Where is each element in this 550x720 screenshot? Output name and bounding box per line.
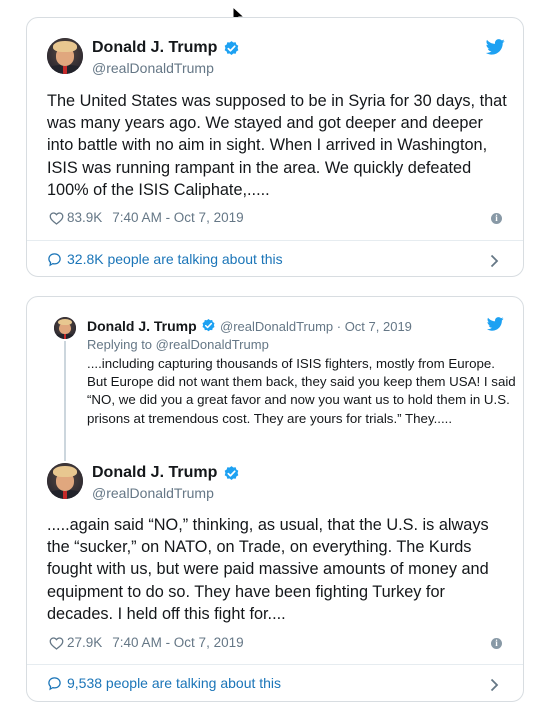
chevron-right-icon[interactable] (490, 254, 499, 268)
author-handle[interactable]: @realDonaldTrump (92, 60, 214, 76)
info-icon[interactable]: i (491, 213, 502, 224)
timestamp[interactable]: 7:40 AM - Oct 7, 2019 (112, 635, 243, 650)
parent-tweet-text: ....including capturing thousands of ISI… (87, 356, 516, 426)
chevron-right-icon[interactable] (490, 678, 499, 692)
comment-bubble-icon (48, 252, 61, 266)
tweet-text: The United States was supposed to be in … (47, 92, 507, 199)
reply-thread-line (64, 341, 66, 461)
author-handle[interactable]: @realDonaldTrump (92, 485, 214, 501)
conversation-link[interactable]: 9,538 people are talking about this (47, 675, 281, 691)
talking-label[interactable]: 32.8K people are talking about this (67, 251, 283, 267)
talking-label[interactable]: 9,538 people are talking about this (67, 675, 281, 691)
avatar[interactable] (47, 38, 83, 74)
verified-badge-icon (224, 466, 239, 480)
twitter-bird-icon[interactable] (486, 39, 505, 55)
parent-avatar[interactable] (54, 317, 76, 339)
author-name[interactable]: Donald J. Trump (92, 39, 217, 57)
parent-handle-date[interactable]: @realDonaldTrump · Oct 7, 2019 (220, 319, 412, 334)
twitter-bird-icon[interactable] (487, 317, 504, 331)
verified-badge-icon (202, 318, 215, 332)
replying-to[interactable]: Replying to @realDonaldTrump (87, 337, 269, 352)
tweet-text: .....again said “NO,” thinking, as usual… (47, 516, 489, 623)
divider (27, 240, 523, 241)
tweet-card[interactable]: Donald J. Trump @realDonaldTrump · Oct 7… (26, 296, 524, 702)
heart-icon[interactable] (49, 211, 64, 225)
conversation-link[interactable]: 32.8K people are talking about this (47, 251, 283, 267)
like-count[interactable]: 27.9K (67, 635, 102, 650)
heart-icon[interactable] (49, 636, 64, 650)
tweet-card[interactable]: Donald J. Trump @realDonaldTrump The Uni… (26, 17, 524, 277)
info-icon[interactable]: i (491, 638, 502, 649)
comment-bubble-icon (48, 676, 61, 690)
divider (27, 664, 523, 665)
avatar[interactable] (47, 463, 83, 499)
author-name[interactable]: Donald J. Trump (92, 464, 217, 482)
like-count[interactable]: 83.9K (67, 210, 102, 225)
verified-badge-icon (224, 41, 239, 55)
tweet-meta: 83.9K 7:40 AM - Oct 7, 2019 (49, 210, 244, 225)
timestamp[interactable]: 7:40 AM - Oct 7, 2019 (112, 210, 243, 225)
tweet-meta: 27.9K 7:40 AM - Oct 7, 2019 (49, 635, 244, 650)
parent-author-name[interactable]: Donald J. Trump (87, 318, 197, 334)
